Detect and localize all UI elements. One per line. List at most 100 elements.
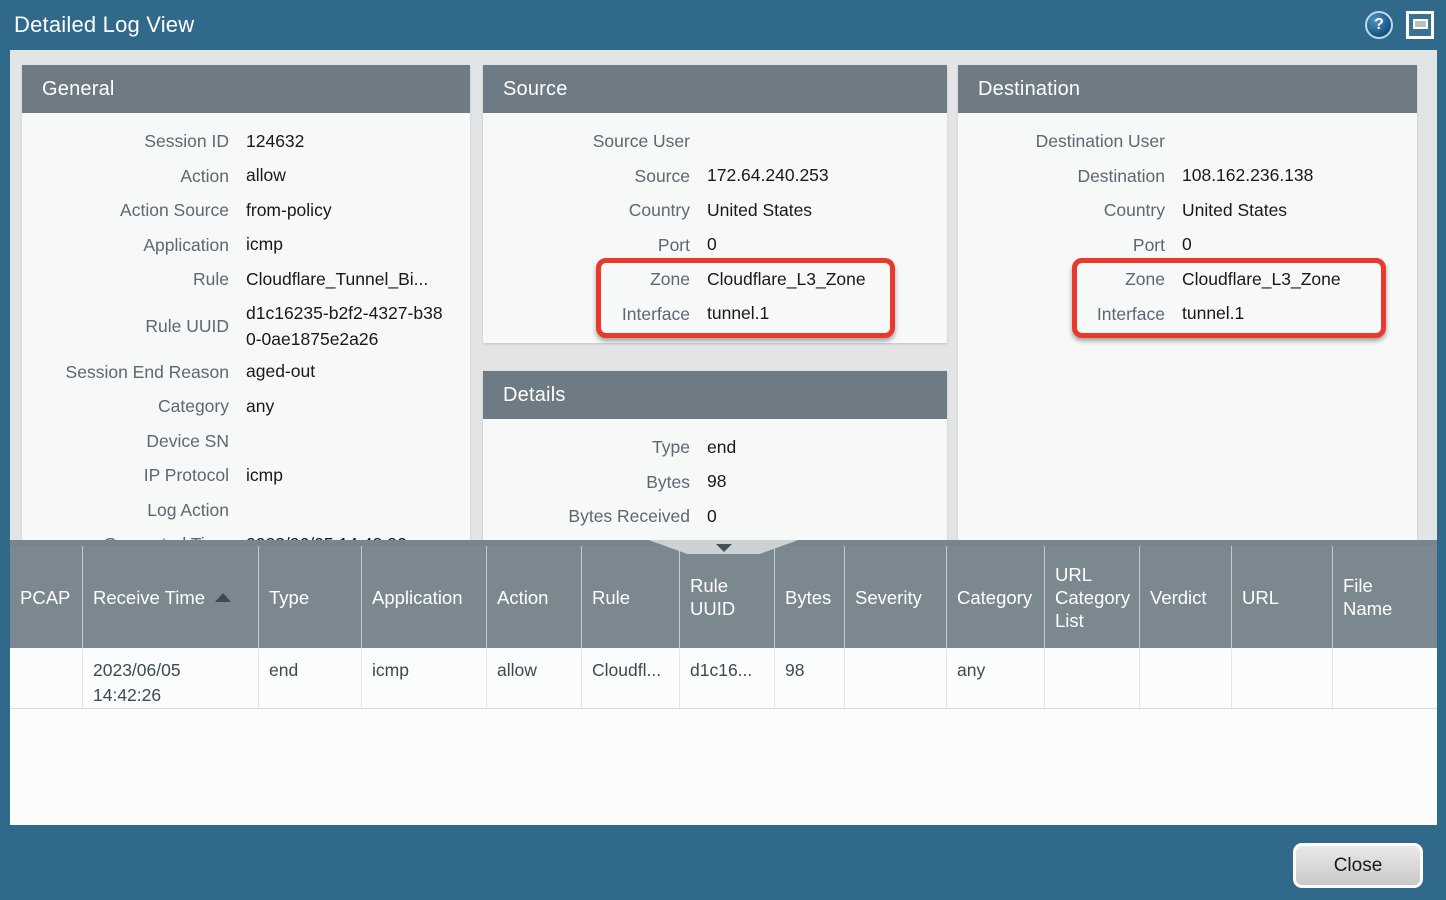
detail-value: end — [707, 434, 929, 461]
column-header-severity[interactable]: Severity — [845, 546, 947, 648]
column-header-type[interactable]: Type — [259, 546, 362, 648]
help-glyph: ? — [1374, 16, 1384, 34]
column-header-rule[interactable]: Rule — [582, 546, 680, 648]
detail-label: Destination — [958, 163, 1165, 189]
panel-destination: Destination Destination User Destination… — [958, 65, 1417, 540]
column-header-application[interactable]: Application — [362, 546, 487, 648]
log-table-row[interactable]: 2023/06/05 14:42:26 end icmp allow Cloud… — [10, 649, 1437, 709]
help-icon[interactable]: ? — [1365, 11, 1393, 39]
column-header-label: Receive Time — [93, 586, 205, 609]
detail-value: Cloudflare_L3_Zone — [707, 266, 929, 293]
detail-label: Generated Time — [22, 531, 229, 540]
column-header-label: Rule UUID — [690, 574, 764, 620]
column-header-category[interactable]: Category — [947, 546, 1045, 648]
detail-label: Port — [483, 232, 690, 258]
detail-label: Zone — [958, 266, 1165, 292]
panel-details-rows: Typeend Bytes98 Bytes Received 0 — [483, 419, 947, 534]
cell-category: any — [947, 649, 1045, 708]
column-header-file-name[interactable]: File Name — [1333, 546, 1437, 648]
column-header-label: Type — [269, 586, 309, 609]
cell-bytes: 98 — [775, 649, 845, 708]
column-header-label: Category — [957, 586, 1032, 609]
column-header-pcap[interactable]: PCAP — [10, 546, 83, 648]
detail-label: Rule — [22, 266, 229, 292]
cell-file-name — [1333, 649, 1437, 708]
detail-value: 172.64.240.253 — [707, 162, 929, 189]
detail-label: Country — [483, 197, 690, 223]
panel-general-title: General — [22, 65, 470, 113]
detail-row-destination-country: Country United States — [958, 193, 1417, 228]
detail-row-log-action: Log Action — [22, 493, 470, 528]
detail-label: Bytes Received — [483, 503, 690, 529]
column-header-verdict[interactable]: Verdict — [1140, 546, 1232, 648]
detail-value: tunnel.1 — [1182, 300, 1399, 327]
detail-label: Country — [958, 197, 1165, 223]
log-detail-panels: General Session ID 124632 Actionallow Act… — [10, 50, 1437, 540]
panel-general-rows: Session ID 124632 Actionallow Action Sour… — [22, 113, 470, 540]
detail-label: Application — [22, 232, 229, 258]
detail-label: Action Source — [22, 197, 229, 223]
detail-value: icmp — [246, 462, 452, 489]
title-bar-icons: ? — [1365, 11, 1434, 39]
detail-row-generated-time: Generated Time2023/06/05 14:42:26 — [22, 527, 470, 540]
detail-row-bytes: Bytes98 — [483, 465, 947, 500]
column-header-label: Application — [372, 586, 463, 609]
column-header-label: Verdict — [1150, 586, 1207, 609]
column-header-bytes[interactable]: Bytes — [775, 546, 845, 648]
detail-value: 0 — [707, 503, 929, 530]
detail-row-action: Actionallow — [22, 159, 470, 194]
column-header-rule-uuid[interactable]: Rule UUID — [680, 546, 775, 648]
column-header-url-category-list[interactable]: URL Category List — [1045, 546, 1140, 648]
detail-label: Session ID — [22, 128, 229, 154]
column-header-label: Bytes — [785, 586, 831, 609]
detail-value: United States — [1182, 197, 1399, 224]
panel-destination-title: Destination — [958, 65, 1417, 113]
detail-row-ip-protocol: IP Protocol icmp — [22, 458, 470, 493]
cell-severity — [845, 649, 947, 708]
window-toggle-icon[interactable] — [1406, 11, 1434, 39]
detail-row-bytes-received: Bytes Received 0 — [483, 499, 947, 534]
detail-row-destination: Destination 108.162.236.138 — [958, 159, 1417, 194]
column-header-action[interactable]: Action — [487, 546, 582, 648]
sort-ascending-icon — [215, 593, 231, 602]
cell-pcap — [10, 649, 83, 708]
column-header-receive-time[interactable]: Receive Time — [83, 546, 259, 648]
detail-label: Interface — [958, 301, 1165, 327]
title-bar: Detailed Log View ? — [0, 0, 1446, 50]
splitter-bar[interactable] — [10, 540, 1437, 546]
detail-label: Action — [22, 163, 229, 189]
cell-rule: Cloudfl... — [582, 649, 680, 708]
detail-label: IP Protocol — [22, 462, 229, 488]
cell-url-category-list — [1045, 649, 1140, 708]
column-header-label: Severity — [855, 586, 922, 609]
panel-source-rows: Source User Source172.64.240.253 Country… — [483, 113, 947, 331]
detail-value: from-policy — [246, 197, 452, 224]
detail-label: Type — [483, 434, 690, 460]
cell-type: end — [259, 649, 362, 708]
detail-label: Device SN — [22, 428, 229, 454]
detail-row-source-country: CountryUnited States — [483, 193, 947, 228]
detailed-log-view-dialog: Detailed Log View ? General Session ID 12… — [0, 0, 1446, 900]
column-header-url[interactable]: URL — [1232, 546, 1333, 648]
detail-label: Destination User — [958, 128, 1165, 154]
detail-value: 124632 — [246, 128, 452, 155]
log-table: PCAP Receive Time Type Application Actio… — [10, 546, 1437, 825]
detail-value: icmp — [246, 231, 452, 258]
panel-destination-rows: Destination User Destination 108.162.236.… — [958, 113, 1417, 331]
detail-label: Port — [958, 232, 1165, 258]
detail-value: Cloudflare_Tunnel_Bi... — [246, 266, 452, 293]
column-header-label: URL — [1242, 586, 1279, 609]
panel-details-title: Details — [483, 371, 947, 419]
panel-details: Details Typeend Bytes98 Bytes Received 0 — [483, 371, 947, 540]
detail-row-type: Typeend — [483, 430, 947, 465]
detail-row-session-end-reason: Session End Reasonaged-out — [22, 355, 470, 390]
close-button[interactable]: Close — [1293, 843, 1423, 888]
cell-url — [1232, 649, 1333, 708]
detail-row-destination-zone: ZoneCloudflare_L3_Zone — [958, 262, 1417, 297]
detail-value: 0 — [707, 231, 929, 258]
cell-action: allow — [487, 649, 582, 708]
detail-label: Log Action — [22, 497, 229, 523]
detail-value: 108.162.236.138 — [1182, 162, 1399, 189]
panel-source-title: Source — [483, 65, 947, 113]
detail-row-source: Source172.64.240.253 — [483, 159, 947, 194]
